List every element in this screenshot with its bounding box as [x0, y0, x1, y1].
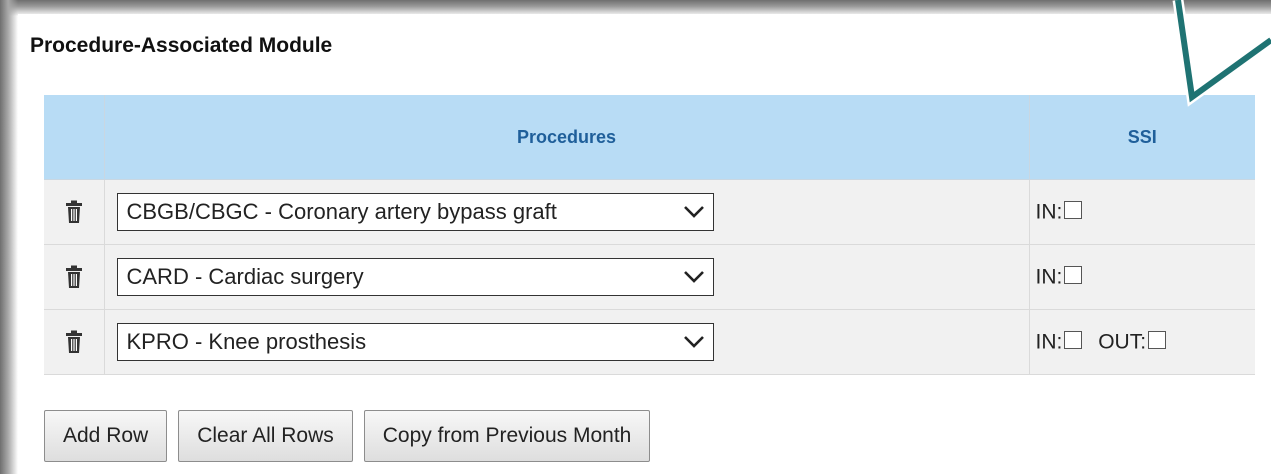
- procedures-column-header: Procedures: [104, 95, 1030, 180]
- ssi-in-label: IN:: [1035, 200, 1063, 224]
- ssi-in-label: IN:: [1035, 330, 1063, 354]
- add-row-button[interactable]: Add Row: [44, 410, 168, 462]
- delete-column-header: [44, 95, 105, 180]
- trash-icon[interactable]: [65, 265, 83, 289]
- delete-cell: [44, 244, 105, 310]
- procedure-cell: KPRO - Knee prosthesis: [104, 309, 1030, 375]
- module-title: Procedure-Associated Module: [30, 34, 333, 57]
- clear-all-rows-button[interactable]: Clear All Rows: [178, 410, 353, 462]
- delete-cell: [44, 179, 105, 245]
- procedure-select-value: KPRO - Knee prosthesis: [126, 329, 367, 354]
- screenshot-frame: Procedure-Associated Module Procedures S…: [0, 0, 1271, 474]
- callout-arrow-annotation: [1172, 0, 1271, 107]
- procedure-select[interactable]: CARD - Cardiac surgery: [116, 258, 714, 296]
- ssi-cell: IN:: [1029, 244, 1255, 310]
- table-row: KPRO - Knee prosthesis IN: OUT:: [44, 309, 1255, 375]
- chevron-down-icon: [683, 336, 704, 348]
- table-row: CBGB/CBGC - Coronary artery bypass graft…: [44, 179, 1255, 245]
- procedure-cell: CARD - Cardiac surgery: [104, 244, 1030, 310]
- ssi-in-label: IN:: [1035, 265, 1063, 289]
- trash-icon[interactable]: [65, 200, 83, 224]
- procedure-select-value: CARD - Cardiac surgery: [126, 264, 364, 289]
- ssi-out-label: OUT:: [1098, 330, 1147, 354]
- ssi-in-checkbox[interactable]: [1064, 201, 1083, 220]
- copy-from-previous-month-button[interactable]: Copy from Previous Month: [363, 410, 651, 462]
- ssi-in-checkbox[interactable]: [1064, 331, 1083, 350]
- procedure-cell: CBGB/CBGC - Coronary artery bypass graft: [104, 179, 1030, 245]
- table-row: CARD - Cardiac surgery IN:: [44, 244, 1255, 310]
- ssi-out-checkbox[interactable]: [1148, 331, 1167, 350]
- trash-icon[interactable]: [65, 330, 83, 354]
- procedure-select-value: CBGB/CBGC - Coronary artery bypass graft: [126, 199, 557, 224]
- procedures-table: Procedures SSI CBGB/CBGC - Coronary arte…: [44, 95, 1255, 375]
- procedure-select[interactable]: KPRO - Knee prosthesis: [116, 323, 714, 361]
- left-shadow: [0, 0, 18, 474]
- chevron-down-icon: [683, 206, 704, 218]
- button-bar: Add Row Clear All Rows Copy from Previou…: [44, 410, 651, 462]
- ssi-in-checkbox[interactable]: [1064, 266, 1083, 285]
- chevron-down-icon: [683, 271, 704, 283]
- ssi-cell: IN:: [1029, 179, 1255, 245]
- table-header-row: Procedures SSI: [44, 95, 1255, 180]
- delete-cell: [44, 309, 105, 375]
- ssi-cell: IN: OUT:: [1029, 309, 1255, 375]
- procedure-select[interactable]: CBGB/CBGC - Coronary artery bypass graft: [116, 193, 714, 231]
